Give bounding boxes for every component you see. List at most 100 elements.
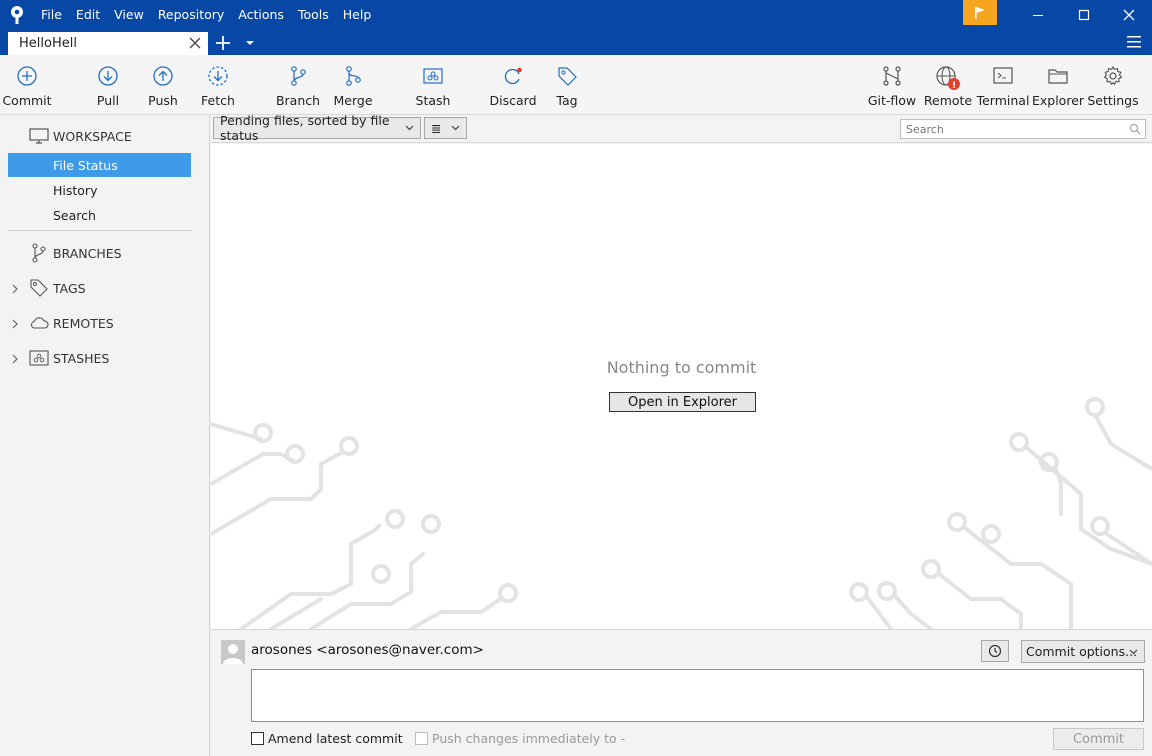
list-view-icon: ≣ <box>431 120 442 136</box>
tags-header[interactable]: TAGS <box>28 277 86 299</box>
sidebar-item-search[interactable]: Search <box>8 203 191 227</box>
sidebar-divider <box>8 230 192 231</box>
branches-label: BRANCHES <box>53 245 122 261</box>
gitflow-icon <box>883 66 901 86</box>
commit-submit-button[interactable]: Commit <box>1053 728 1144 750</box>
remote-label: Remote <box>923 93 973 108</box>
tag-icon <box>28 278 50 298</box>
commit-author: arosones <arosones@naver.com> <box>251 642 484 658</box>
commit-toolbar-button[interactable]: Commit <box>2 55 52 113</box>
maximize-icon <box>1078 9 1090 21</box>
menu-repository[interactable]: Repository <box>151 0 231 30</box>
cloud-icon <box>28 313 50 333</box>
sidebar-item-file-status[interactable]: File Status <box>8 153 191 177</box>
menu-actions[interactable]: Actions <box>231 0 291 30</box>
gitflow-label: Git-flow <box>867 93 917 108</box>
minimize-button[interactable] <box>1015 0 1061 30</box>
push-arrow-up-icon <box>153 66 173 86</box>
settings-button[interactable]: Settings <box>1087 55 1139 113</box>
push-button[interactable]: Push <box>143 55 183 113</box>
chevron-down-icon <box>405 125 414 131</box>
stashes-label: STASHES <box>53 350 110 366</box>
stash-box-icon <box>423 68 443 84</box>
folder-icon <box>1048 69 1068 84</box>
merge-label: Merge <box>333 93 373 108</box>
maximize-button[interactable] <box>1061 0 1107 30</box>
toolbar: Commit Pull Push Fetch Branch Merge Stas… <box>0 55 1152 115</box>
amend-commit-label: Amend latest commit <box>268 731 403 746</box>
remotes-label: REMOTES <box>53 315 114 331</box>
search-icon <box>1129 123 1141 135</box>
sidebar-item-history[interactable]: History <box>8 178 191 202</box>
gitflow-button[interactable]: Git-flow <box>868 55 916 113</box>
minimize-icon <box>1033 15 1043 16</box>
menu-edit[interactable]: Edit <box>69 0 107 30</box>
menu-view[interactable]: View <box>107 0 151 30</box>
monitor-icon <box>28 126 50 146</box>
tag-label: Tag <box>556 93 578 108</box>
branches-header[interactable]: BRANCHES <box>28 242 122 264</box>
open-in-explorer-button[interactable]: Open in Explorer <box>609 392 756 412</box>
stash-button[interactable]: Stash <box>413 55 453 113</box>
tab-repository[interactable]: HelloHell <box>8 32 208 55</box>
hamburger-menu-icon[interactable] <box>1126 35 1142 49</box>
file-sort-dropdown[interactable]: Pending files, sorted by file status <box>213 113 421 143</box>
pull-button[interactable]: Pull <box>88 55 128 113</box>
tab-label: HelloHell <box>19 36 77 51</box>
filter-bar: Pending files, sorted by file status ≣ <box>211 113 1152 143</box>
sourcetree-logo-icon <box>0 0 34 30</box>
push-label: Push <box>148 93 178 108</box>
explorer-label: Explorer <box>1031 93 1085 108</box>
nothing-to-commit-message: Nothing to commit <box>606 358 757 377</box>
remote-warning-badge: ! <box>952 81 956 91</box>
commit-history-button[interactable] <box>981 640 1009 662</box>
circuit-background-decoration <box>211 397 1152 629</box>
push-immediately-checkbox[interactable]: Push changes immediately to - <box>415 731 625 746</box>
terminal-icon <box>993 67 1013 84</box>
tab-close-icon[interactable] <box>188 36 202 50</box>
stashes-header[interactable]: STASHES <box>28 347 109 369</box>
search-input[interactable] <box>906 122 1126 136</box>
tag-button[interactable]: Tag <box>550 55 584 113</box>
remote-button[interactable]: ! Remote <box>923 55 973 113</box>
stash-box-icon <box>28 348 50 368</box>
commit-panel: arosones <arosones@naver.com> Commit opt… <box>211 629 1152 756</box>
amend-commit-checkbox[interactable]: Amend latest commit <box>251 731 403 746</box>
chevron-right-icon[interactable] <box>10 354 20 364</box>
pull-arrow-down-icon <box>98 66 118 86</box>
commit-plus-icon <box>17 66 37 86</box>
flag-icon <box>975 6 985 19</box>
stash-label: Stash <box>415 93 451 108</box>
discard-button[interactable]: Discard <box>489 55 537 113</box>
branch-button[interactable]: Branch <box>276 55 320 113</box>
discard-label: Discard <box>489 93 537 108</box>
pull-label: Pull <box>96 93 120 108</box>
chevron-right-icon[interactable] <box>10 319 20 329</box>
menu-help[interactable]: Help <box>336 0 379 30</box>
menu-file[interactable]: File <box>34 0 69 30</box>
chevron-right-icon[interactable] <box>10 284 20 294</box>
checkbox-box[interactable] <box>251 732 264 745</box>
view-mode-dropdown[interactable]: ≣ <box>424 117 467 139</box>
notification-flag-button[interactable] <box>963 0 997 25</box>
chevron-down-icon <box>451 125 460 131</box>
new-tab-plus-icon[interactable] <box>214 34 232 52</box>
merge-button[interactable]: Merge <box>331 55 375 113</box>
fetch-label: Fetch <box>201 93 235 108</box>
checkbox-box[interactable] <box>415 732 428 745</box>
menu-tools[interactable]: Tools <box>291 0 336 30</box>
commit-options-label: Commit options... <box>1026 644 1138 659</box>
commit-message-box <box>251 669 1144 722</box>
remote-globe-icon: ! <box>936 66 960 91</box>
terminal-button[interactable]: Terminal <box>977 55 1029 113</box>
explorer-button[interactable]: Explorer <box>1031 55 1085 113</box>
tab-dropdown-chevron-icon[interactable] <box>245 39 255 47</box>
file-status-pane: Nothing to commit Open in Explorer <box>211 144 1152 629</box>
commit-message-input[interactable] <box>252 670 1143 721</box>
merge-icon <box>346 66 361 86</box>
close-window-button[interactable] <box>1106 0 1152 30</box>
commit-options-dropdown[interactable]: Commit options... <box>1021 640 1145 663</box>
remotes-header[interactable]: REMOTES <box>28 312 114 334</box>
tags-label: TAGS <box>53 280 86 296</box>
fetch-button[interactable]: Fetch <box>198 55 238 113</box>
